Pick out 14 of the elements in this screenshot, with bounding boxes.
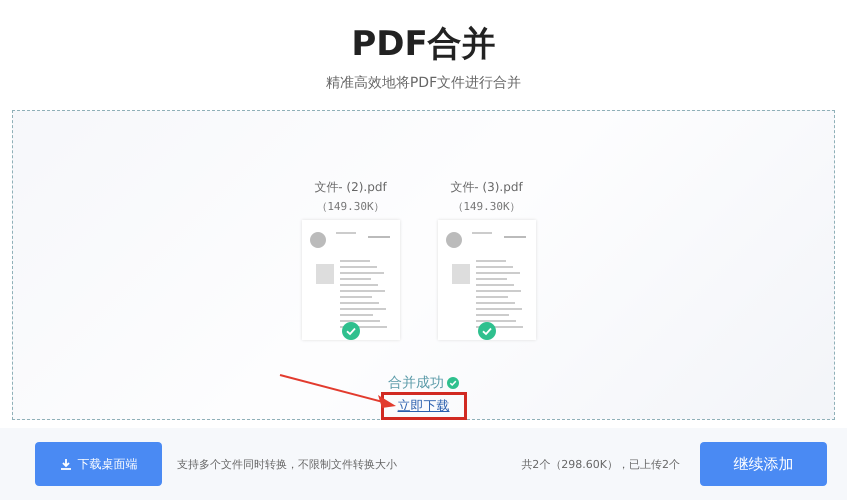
file-size: （149.30K） [316,199,385,214]
file-name: 文件- (3).pdf [450,179,523,196]
merge-status: 合并成功 [388,374,444,392]
add-more-button[interactable]: 继续添加 [700,442,827,486]
support-note: 支持多个文件同时转换，不限制文件转换大小 [177,456,398,472]
file-size: （149.30K） [452,199,521,214]
page-subtitle: 精准高效地将PDF文件进行合并 [326,74,522,92]
download-link[interactable]: 立即下载 [380,392,466,420]
download-icon [60,458,72,470]
check-icon [447,377,459,389]
file-name: 文件- (2).pdf [314,179,387,196]
page-title: PDF合并 [351,23,496,66]
download-desktop-button[interactable]: 下载桌面端 [35,442,162,486]
upload-summary: 共2个（298.60K），已上传2个 [521,456,680,472]
